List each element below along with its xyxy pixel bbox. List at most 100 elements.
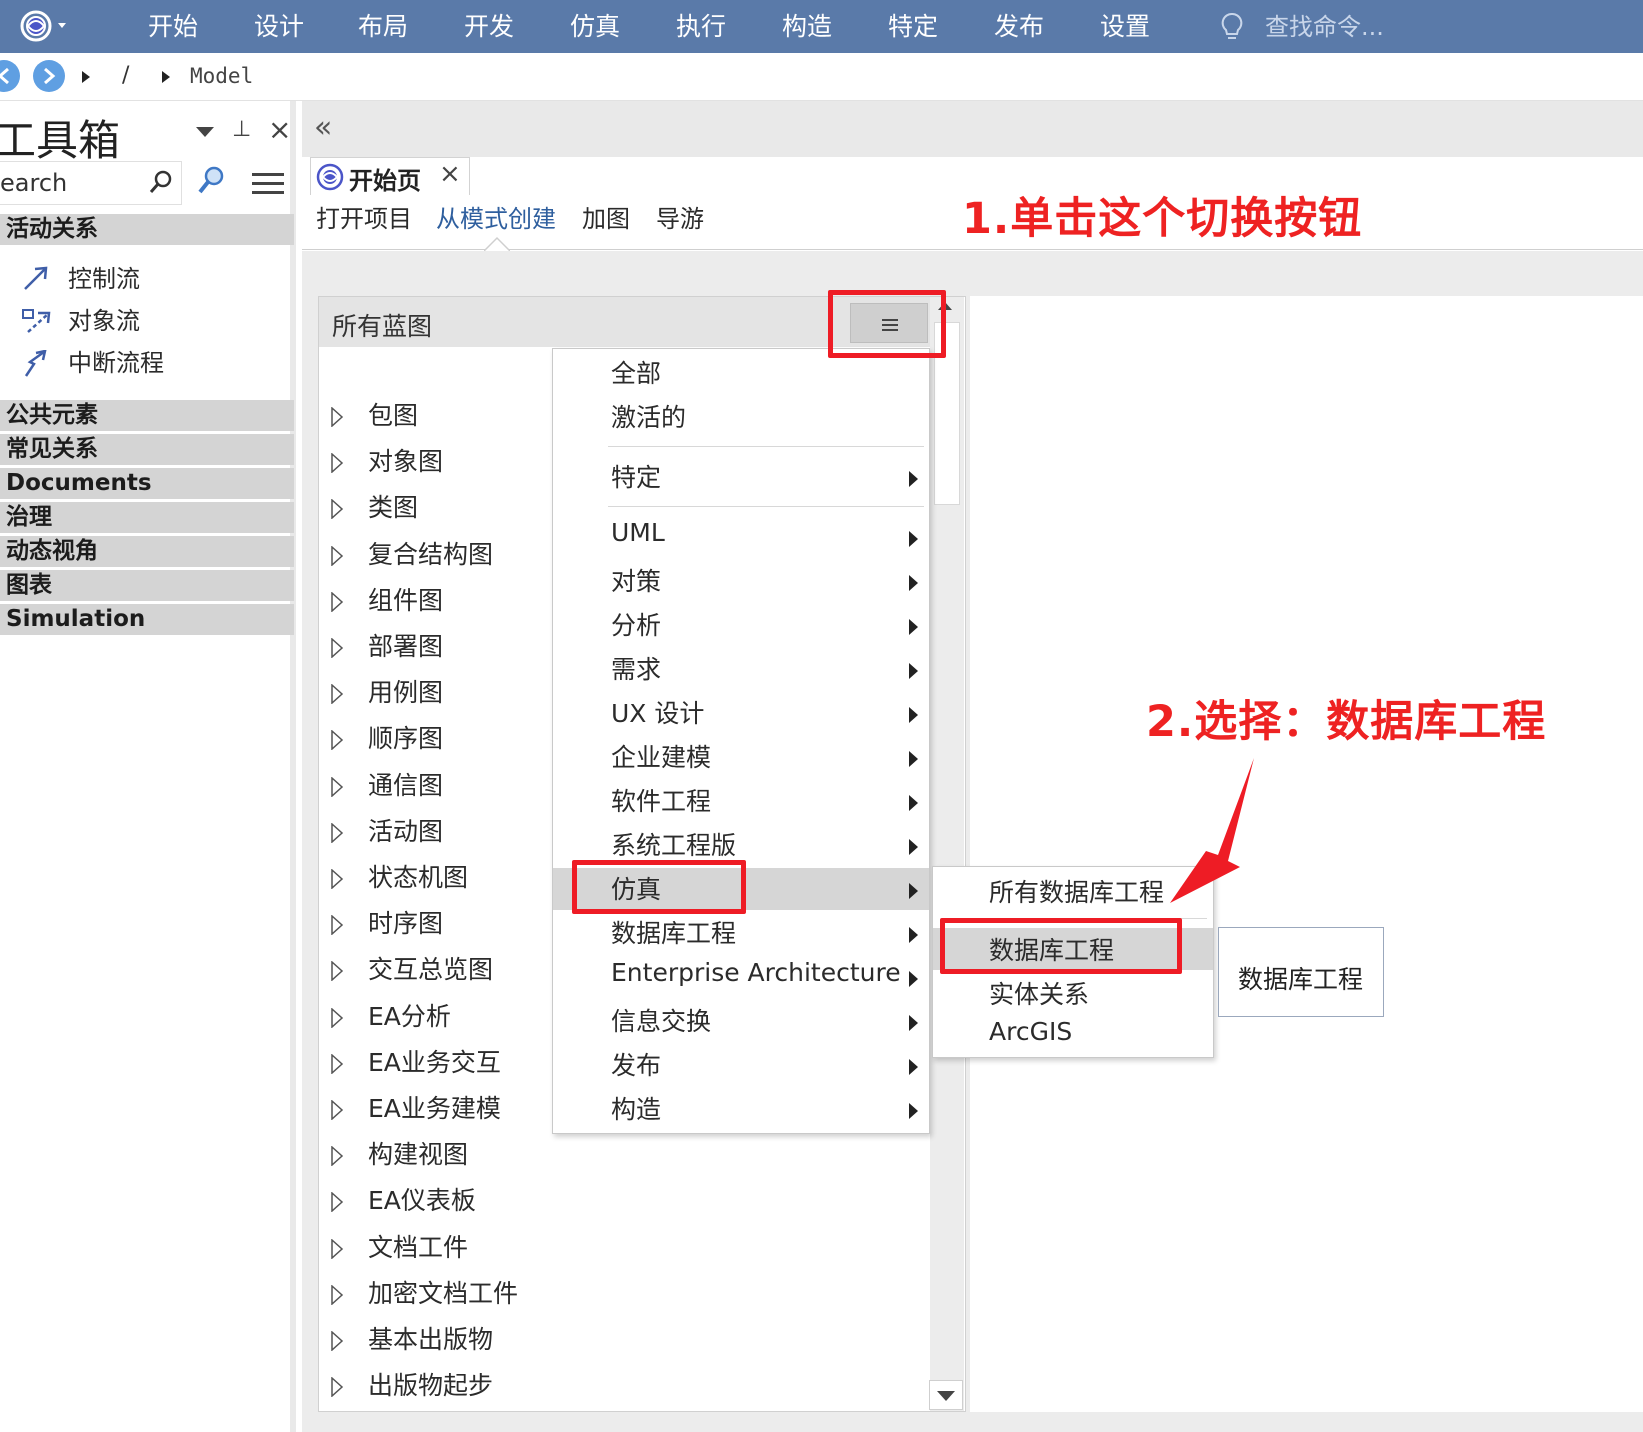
toolbox-section[interactable]: Documents xyxy=(0,468,294,499)
close-icon[interactable]: × xyxy=(439,159,461,189)
menu-item-group[interactable]: 信息交换 xyxy=(553,1000,929,1042)
menu-specialize[interactable]: 特定 xyxy=(888,0,938,53)
toolbox-section[interactable]: Simulation xyxy=(0,604,294,635)
toolbox-section[interactable]: 图表 xyxy=(0,570,294,601)
menu-item-group[interactable]: 构造 xyxy=(553,1088,929,1130)
forward-icon[interactable] xyxy=(33,60,65,92)
menu-item-group[interactable]: 企业建模 xyxy=(553,736,929,778)
toolbox-section[interactable]: 治理 xyxy=(0,502,294,533)
menu-execute[interactable]: 执行 xyxy=(676,0,726,53)
toolbox-section[interactable]: 常见关系 xyxy=(0,434,294,465)
expand-arrow-icon[interactable] xyxy=(330,961,344,981)
hamburger-menu-icon[interactable] xyxy=(252,173,284,199)
active-tab-caret-icon xyxy=(484,236,510,251)
expand-arrow-icon[interactable] xyxy=(330,1331,344,1351)
menu-item-all[interactable]: 全部 xyxy=(553,352,929,394)
menu-item-group[interactable]: 发布 xyxy=(553,1044,929,1086)
menu-develop[interactable]: 开发 xyxy=(464,0,514,53)
expand-arrow-icon[interactable] xyxy=(330,638,344,658)
dropdown-icon[interactable] xyxy=(196,127,214,137)
subtab-add-diagram[interactable]: 加图 xyxy=(582,199,630,234)
menu-item-label: 信息交换 xyxy=(611,1007,712,1036)
highlight-box-database xyxy=(940,918,1182,974)
annotation-step-2: 2.选择：数据库工程 xyxy=(1146,697,1547,747)
tab-start-page[interactable]: 开始页 × xyxy=(310,157,470,195)
back-icon[interactable] xyxy=(0,60,20,92)
blueprint-item-label: EA业务建模 xyxy=(368,1094,501,1123)
menu-item-label: 对策 xyxy=(611,567,662,596)
expand-arrow-icon[interactable] xyxy=(330,684,344,704)
object-flow-icon xyxy=(22,309,51,333)
expand-arrow-icon[interactable] xyxy=(330,407,344,427)
menu-item-special[interactable]: 特定 xyxy=(553,456,929,498)
subtab-open-project[interactable]: 打开项目 xyxy=(316,199,412,234)
expand-arrow-icon[interactable] xyxy=(330,777,344,797)
blueprint-item-label: 部署图 xyxy=(368,632,444,661)
submenu-arrow-icon xyxy=(909,839,918,855)
menu-item-group[interactable]: 数据库工程 xyxy=(553,912,929,954)
menu-construct[interactable]: 构造 xyxy=(782,0,832,53)
menu-item-group[interactable]: Enterprise Architecture xyxy=(553,956,929,998)
menu-item-group[interactable]: 分析 xyxy=(553,604,929,646)
blueprint-item-label: 状态机图 xyxy=(368,863,469,892)
toolbox-section[interactable]: 动态视角 xyxy=(0,536,294,567)
expand-arrow-icon[interactable] xyxy=(330,1377,344,1397)
expand-arrow-icon[interactable] xyxy=(330,1054,344,1074)
menu-item-group[interactable]: UX 设计 xyxy=(553,692,929,734)
breadcrumb-root[interactable]: / xyxy=(122,63,129,88)
menu-settings[interactable]: 设置 xyxy=(1100,0,1150,53)
search-icon[interactable] xyxy=(148,169,174,199)
submenu-item-entity-relation[interactable]: 实体关系 xyxy=(933,972,1213,1014)
preview-area xyxy=(970,296,1643,1412)
menu-item-group[interactable]: 对策 xyxy=(553,560,929,602)
document-tabs-header xyxy=(302,101,1643,157)
expand-arrow-icon[interactable] xyxy=(330,823,344,843)
menu-item-active[interactable]: 激活的 xyxy=(553,396,929,438)
expand-arrow-icon[interactable] xyxy=(330,1285,344,1305)
expand-arrow-icon[interactable] xyxy=(330,1146,344,1166)
toolbox-section-activity-relations[interactable]: 活动关系 xyxy=(0,214,294,245)
expand-arrow-icon[interactable] xyxy=(330,1008,344,1028)
blueprint-item-label: 包图 xyxy=(368,401,419,430)
find-icon[interactable] xyxy=(196,165,226,201)
expand-arrow-icon[interactable] xyxy=(330,1239,344,1259)
menu-publish[interactable]: 发布 xyxy=(994,0,1044,53)
expand-arrow-icon[interactable] xyxy=(330,1100,344,1120)
submenu-arrow-icon xyxy=(909,663,918,679)
expand-arrow-icon[interactable] xyxy=(330,592,344,612)
menu-design[interactable]: 设计 xyxy=(254,0,304,53)
submenu-item-arcgis[interactable]: ArcGIS xyxy=(933,1014,1213,1056)
expand-arrow-icon[interactable] xyxy=(330,915,344,935)
breadcrumb-chevron-icon[interactable] xyxy=(162,71,170,83)
close-icon[interactable]: × xyxy=(268,113,291,146)
collapse-icon[interactable]: « xyxy=(314,110,332,145)
toolbox-item-label: 控制流 xyxy=(68,265,140,293)
expand-arrow-icon[interactable] xyxy=(330,730,344,750)
menu-item-label: 实体关系 xyxy=(989,980,1090,1009)
menu-layout[interactable]: 布局 xyxy=(358,0,408,53)
menu-item-group[interactable]: 需求 xyxy=(553,648,929,690)
toolbox-item-label: 对象流 xyxy=(68,307,140,335)
menu-item-group[interactable]: UML xyxy=(553,516,929,558)
subtab-create-from-pattern[interactable]: 从模式创建 xyxy=(436,199,556,234)
expand-arrow-icon[interactable] xyxy=(330,499,344,519)
menu-item-group[interactable]: 软件工程 xyxy=(553,780,929,822)
breadcrumb-chevron-icon[interactable] xyxy=(82,71,90,83)
scroll-down-icon xyxy=(937,1391,955,1401)
menu-item-label: 全部 xyxy=(611,359,662,388)
submenu-arrow-icon xyxy=(909,619,918,635)
menu-simulate[interactable]: 仿真 xyxy=(570,0,620,53)
expand-arrow-icon[interactable] xyxy=(330,1192,344,1212)
toolbox-section[interactable]: 公共元素 xyxy=(0,400,294,431)
toolbox-title: 工具箱 xyxy=(0,116,121,165)
subtab-guided-tour[interactable]: 导游 xyxy=(656,199,704,234)
app-logo-icon[interactable] xyxy=(18,6,74,46)
menu-separator xyxy=(608,506,924,507)
breadcrumb-model[interactable]: Model xyxy=(190,64,253,88)
menu-start[interactable]: 开始 xyxy=(148,0,198,53)
command-search-input[interactable]: 查找命令... xyxy=(1265,0,1384,53)
pin-icon[interactable]: ⊥ xyxy=(232,117,251,142)
expand-arrow-icon[interactable] xyxy=(330,453,344,473)
expand-arrow-icon[interactable] xyxy=(330,869,344,889)
expand-arrow-icon[interactable] xyxy=(330,546,344,566)
